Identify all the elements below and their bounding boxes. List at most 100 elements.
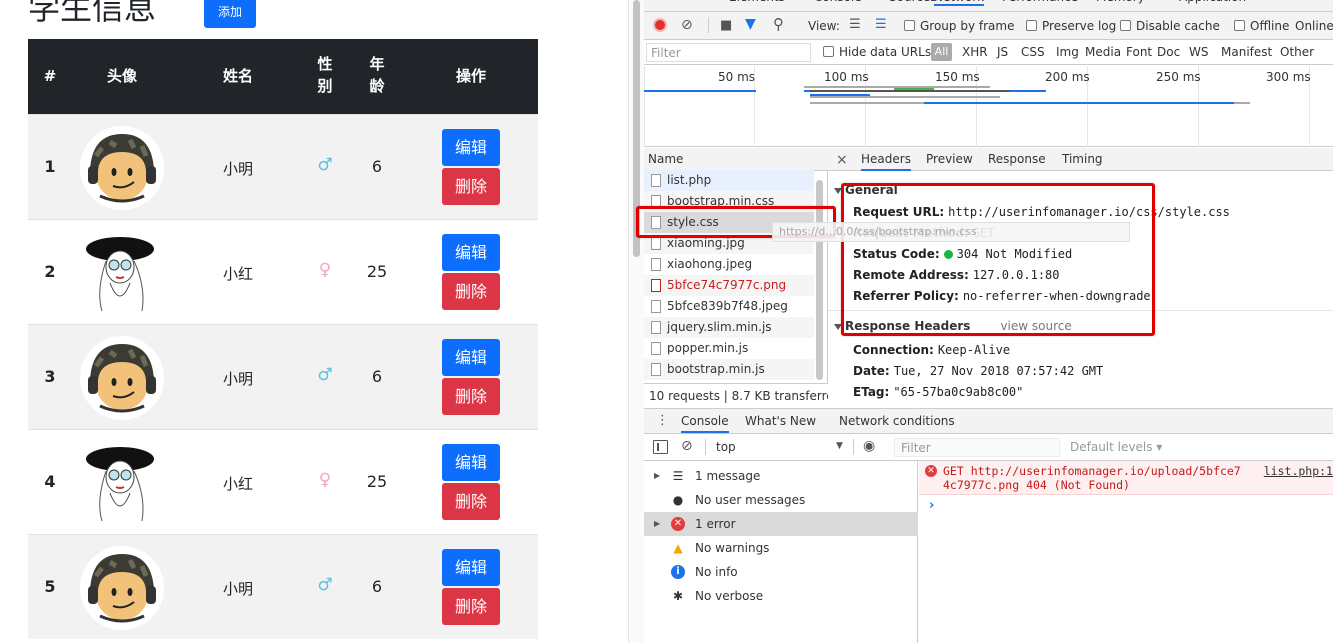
request-item[interactable]: 5bfce839b7f48.jpeg [644, 296, 814, 317]
eye-icon[interactable]: ◉ [863, 438, 875, 454]
filter-type-doc[interactable]: Doc [1157, 45, 1180, 59]
edit-button[interactable]: 编辑 [442, 549, 500, 586]
devtools-tab-network[interactable]: Network [934, 0, 985, 6]
preserve-log-checkbox[interactable]: Preserve log [1026, 19, 1116, 33]
devtools-tab-console[interactable]: Console [814, 0, 862, 4]
expand-arrow-icon[interactable]: ▶ [654, 512, 660, 536]
request-name-header[interactable]: Name [644, 148, 828, 171]
header-avatar: 头像 [106, 67, 137, 85]
edit-button[interactable]: 编辑 [442, 444, 500, 481]
request-item[interactable]: jquery.slim.min.js [644, 317, 814, 338]
large-rows-icon[interactable]: ☰ [849, 17, 861, 32]
filter-type-css[interactable]: CSS [1021, 45, 1045, 59]
filter-type-img[interactable]: Img [1056, 45, 1079, 59]
camera-icon[interactable]: ■ [720, 18, 732, 33]
delete-button[interactable]: 删除 [442, 588, 500, 625]
console-sidebar-label: 1 error [695, 517, 736, 531]
devtools-tab-[interactable]: » [1244, 0, 1251, 4]
page-scrollbar[interactable] [628, 0, 644, 643]
drawer-tab-networkconditions[interactable]: Network conditions [839, 414, 955, 428]
timeline-label: 250 ms [1156, 70, 1201, 84]
filter-all[interactable]: All [931, 43, 952, 61]
delete-button[interactable]: 删除 [442, 273, 500, 310]
devtools-tab-sources[interactable]: Sources [889, 0, 936, 4]
table-header: # 头像 姓名 性 别 年 龄 操作 [28, 39, 538, 114]
expand-arrow-icon[interactable]: ▶ [654, 464, 660, 488]
header-num: # [43, 67, 57, 85]
waterfall-icon[interactable]: ☰ [875, 17, 887, 32]
sidebar-toggle-icon[interactable] [653, 440, 668, 454]
console-sidebar-item[interactable]: ▶ ✕ 1 error [644, 512, 918, 536]
search-icon[interactable]: ⚲ [773, 15, 784, 33]
response-header-row: Date: Tue, 27 Nov 2018 07:57:42 GMT [853, 364, 1103, 378]
devtools-tab-performance[interactable]: Performance [1002, 0, 1078, 4]
console-sidebar-item[interactable]: i No info [644, 560, 918, 584]
info-icon: i [671, 565, 685, 579]
delete-button[interactable]: 删除 [442, 378, 500, 415]
filter-type-font[interactable]: Font [1126, 45, 1152, 59]
chevron-down-icon[interactable]: ▼ [836, 441, 843, 451]
header-key: Connection: [853, 343, 934, 357]
filter-type-other[interactable]: Other [1280, 45, 1314, 59]
request-item[interactable]: xiaohong.jpeg [644, 254, 814, 275]
request-item[interactable]: bootstrap.min.js [644, 359, 814, 380]
timeline-label: 300 ms [1266, 70, 1311, 84]
console-sidebar-label: No verbose [695, 589, 764, 603]
console-sidebar-item[interactable]: ▶ ☰ 1 message [644, 464, 918, 488]
devtools-tab-application[interactable]: Application [1179, 0, 1246, 4]
clear-icon[interactable]: ⊘ [681, 17, 693, 33]
drawer-tab-whatsnew[interactable]: What's New [745, 414, 816, 428]
console-sidebar-item[interactable]: ● No user messages [644, 488, 918, 512]
request-item[interactable]: 5bfce74c7977c.png [644, 275, 814, 296]
drawer-menu-icon[interactable]: ⋮ [656, 413, 669, 428]
filter-icon[interactable]: ▼ [745, 16, 756, 32]
filter-type-media[interactable]: Media [1085, 45, 1121, 59]
error-line-1[interactable]: GET http://userinfomanager.io/upload/5bf… [943, 464, 1241, 478]
group-by-frame-checkbox[interactable]: Group by frame [904, 19, 1014, 33]
console-sidebar-item[interactable]: ▲ No warnings [644, 536, 918, 560]
delete-button[interactable]: 删除 [442, 483, 500, 520]
log-levels-select[interactable]: Default levels ▾ [1070, 440, 1162, 454]
console-prompt-icon[interactable]: › [929, 498, 934, 513]
filter-type-ws[interactable]: WS [1189, 45, 1208, 59]
warning-icon: ▲ [673, 541, 683, 555]
edit-button[interactable]: 编辑 [442, 129, 500, 166]
record-icon[interactable] [653, 18, 667, 32]
devtools-tabs: Elements Console SourcesNetwork Performance… [644, 0, 1333, 12]
close-icon[interactable]: × [836, 152, 848, 168]
edit-button[interactable]: 编辑 [442, 339, 500, 376]
network-filter-input[interactable]: Filter [646, 43, 811, 62]
devtools-tab-elements[interactable]: Elements [729, 0, 785, 4]
male-icon: ♂ [317, 575, 333, 595]
offline-checkbox[interactable]: Offline [1234, 19, 1289, 33]
throttling-select[interactable]: Online [1295, 19, 1333, 33]
error-line-2[interactable]: 4c7977c.png 404 (Not Found) [943, 478, 1130, 492]
disable-cache-checkbox[interactable]: Disable cache [1120, 19, 1220, 33]
delete-button[interactable]: 删除 [442, 168, 500, 205]
filter-type-js[interactable]: JS [997, 45, 1008, 59]
details-tab-headers[interactable]: Headers [861, 152, 911, 171]
file-icon [651, 279, 661, 292]
details-tab-preview[interactable]: Preview [926, 152, 973, 166]
filter-type-xhr[interactable]: XHR [962, 45, 988, 59]
devtools-tab-memory[interactable]: Memory [1096, 0, 1145, 4]
add-button[interactable]: 添加 [204, 0, 256, 28]
context-select[interactable]: top [716, 440, 736, 454]
hide-data-urls-checkbox[interactable]: Hide data URLs [823, 45, 931, 59]
request-item[interactable]: popper.min.js [644, 338, 814, 359]
details-tab-response[interactable]: Response [988, 152, 1046, 166]
console-filter-input[interactable]: Filter [894, 438, 1060, 457]
console-sidebar-item[interactable]: ✱ No verbose [644, 584, 918, 608]
filter-type-manifest[interactable]: Manifest [1221, 45, 1272, 59]
header-key: ETag: [853, 385, 890, 399]
network-timeline[interactable]: 50 ms 100 ms 150 ms 200 ms 250 ms 300 ms [644, 66, 1333, 147]
error-source-link[interactable]: list.php:1 [1264, 464, 1333, 478]
request-item[interactable]: list.php [644, 170, 814, 191]
edit-button[interactable]: 编辑 [442, 234, 500, 271]
student-name: 小明 [222, 370, 253, 388]
clear-console-icon[interactable]: ⊘ [681, 438, 693, 454]
header-value: Keep-Alive [937, 343, 1011, 357]
details-tab-timing[interactable]: Timing [1062, 152, 1103, 166]
screen: 学生信息 添加 # 头像 姓名 性 别 年 龄 操作 1 小明 ♂ 6 编辑 删除 2 小红 ♀… [0, 0, 1333, 643]
drawer-tab-console[interactable]: Console [681, 414, 729, 433]
